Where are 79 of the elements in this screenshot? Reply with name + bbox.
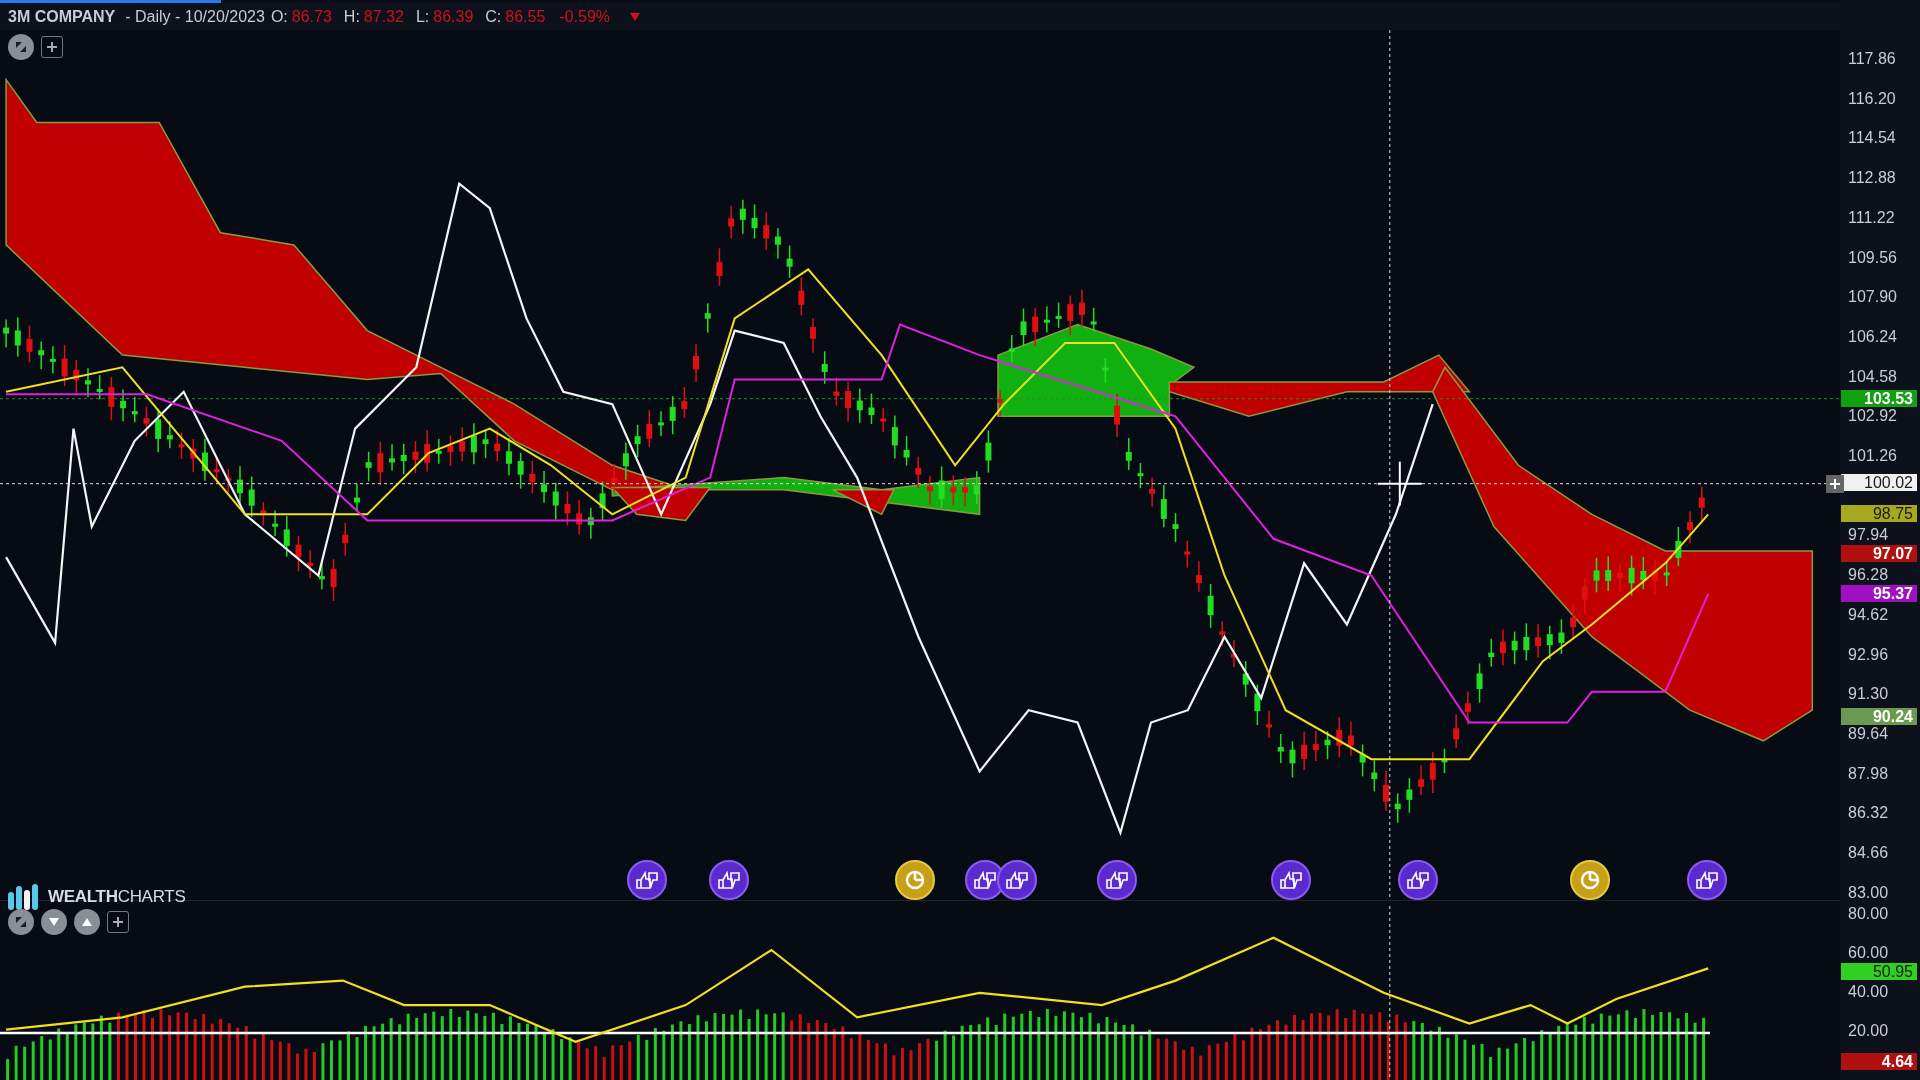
axis-label: 104.58 xyxy=(1848,368,1897,385)
up-triangle-icon xyxy=(81,917,93,927)
axis-label: 94.62 xyxy=(1848,606,1889,623)
down-triangle-icon xyxy=(48,917,60,927)
axis-label: 112.88 xyxy=(1848,170,1896,187)
symbol-name: 3M COMPANY xyxy=(8,7,116,26)
axis-label: 87.98 xyxy=(1848,765,1889,782)
axis-label: 116.20 xyxy=(1848,90,1896,107)
thumbs-icon xyxy=(1105,870,1130,890)
quote-value: 86.39 xyxy=(433,7,474,26)
move-up-button[interactable] xyxy=(74,909,100,935)
value-tag: 50.95 xyxy=(1841,963,1917,981)
axis-label: 114.54 xyxy=(1848,130,1896,147)
quote-label: O: xyxy=(270,7,288,26)
add-button[interactable] xyxy=(107,911,129,933)
axis-label: 86.32 xyxy=(1848,805,1889,822)
thumbs-marker[interactable] xyxy=(627,860,667,900)
thumbs-marker[interactable] xyxy=(1398,860,1439,900)
axis-label: 83.00 xyxy=(1848,884,1889,901)
axis-label: 96.28 xyxy=(1848,567,1889,584)
down-triangle-icon xyxy=(630,12,641,21)
collapse-button[interactable] xyxy=(8,34,34,60)
diagonal-arrows-icon xyxy=(14,915,28,929)
quote-value: 86.55 xyxy=(505,7,546,26)
axis-label: 20.00 xyxy=(1848,1023,1889,1039)
axis-label: 84.66 xyxy=(1848,845,1889,861)
price-tag: 95.37 xyxy=(1841,585,1917,603)
plus-icon xyxy=(46,41,58,53)
move-down-button[interactable] xyxy=(41,909,67,935)
quote-label: C: xyxy=(485,7,502,26)
plus-icon xyxy=(1829,477,1841,490)
thumbs-icon xyxy=(1406,870,1431,890)
logo-text: WEALTHCHARTS xyxy=(48,887,186,907)
thumbs-marker[interactable] xyxy=(1097,860,1138,900)
clock-marker[interactable] xyxy=(895,860,936,900)
axis-label: 111.22 xyxy=(1848,209,1895,226)
axis-label: 40.00 xyxy=(1848,984,1889,1000)
thumbs-icon xyxy=(972,870,997,890)
axis-label: 107.90 xyxy=(1848,289,1897,306)
thumbs-marker[interactable] xyxy=(1271,860,1312,900)
quote-value: 87.32 xyxy=(363,7,404,26)
clock-icon xyxy=(1578,869,1601,891)
price-tag: 98.75 xyxy=(1841,504,1917,522)
axis-label: 109.56 xyxy=(1848,249,1897,266)
axis-label: 89.64 xyxy=(1848,725,1889,742)
quote-label: H: xyxy=(343,7,360,26)
thumbs-icon xyxy=(1695,870,1720,890)
price-tag: 90.24 xyxy=(1841,708,1917,726)
thumbs-marker[interactable] xyxy=(996,860,1037,900)
price-tag: 97.07 xyxy=(1841,544,1917,562)
axis-label: 102.92 xyxy=(1848,408,1897,425)
axis-label: 97.94 xyxy=(1848,527,1889,544)
collapse-button[interactable] xyxy=(8,909,34,935)
period-label: - Daily - 10/20/2023 xyxy=(125,7,265,26)
value-tag: 4.64 xyxy=(1841,1053,1917,1071)
thumbs-marker[interactable] xyxy=(709,860,749,900)
axis-label: 106.24 xyxy=(1848,328,1897,345)
thumbs-icon xyxy=(1004,870,1029,890)
axis-label: 92.96 xyxy=(1848,646,1889,663)
add-button[interactable] xyxy=(41,36,63,58)
axis-label: 91.30 xyxy=(1848,686,1889,703)
thumbs-marker[interactable] xyxy=(1687,860,1728,900)
price-tag: 100.02 xyxy=(1841,474,1917,492)
thumbs-icon xyxy=(717,870,741,890)
axis-label: 101.26 xyxy=(1848,448,1897,464)
clock-marker[interactable] xyxy=(1569,860,1610,900)
axis-label: 60.00 xyxy=(1848,945,1889,961)
quote-value: 86.73 xyxy=(291,7,332,26)
axis-label: 80.00 xyxy=(1848,906,1889,922)
quote-label: L: xyxy=(415,7,430,26)
change-value: -0.59% xyxy=(559,7,611,26)
clock-icon xyxy=(904,869,927,891)
thumbs-icon xyxy=(1279,870,1304,890)
price-tag: 103.53 xyxy=(1841,390,1917,408)
diagonal-arrows-icon xyxy=(14,40,28,54)
thumbs-icon xyxy=(635,870,659,890)
axis-label: 117.86 xyxy=(1848,51,1896,67)
add-crosshair-button[interactable] xyxy=(1826,474,1844,493)
plus-icon xyxy=(112,916,124,928)
